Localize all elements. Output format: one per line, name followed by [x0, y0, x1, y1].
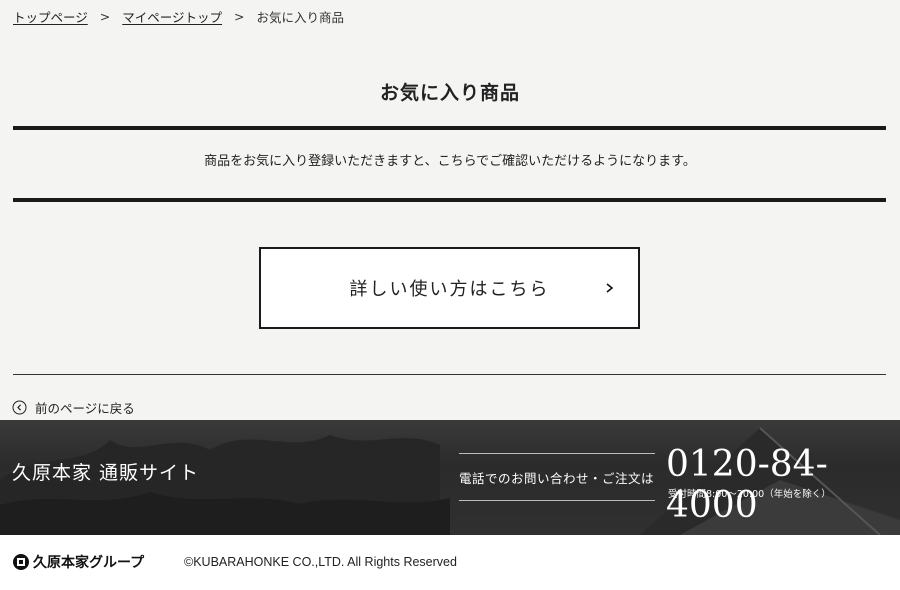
footer-contact-band: 久原本家 通販サイト 電話でのお問い合わせ・ご注文は 0120-84-4000 … [0, 420, 900, 535]
how-to-use-label: 詳しい使い方はこちら [349, 279, 550, 300]
kubara-crest-icon [13, 554, 29, 570]
group-logo[interactable]: 久原本家グループ [12, 552, 144, 572]
tel-label-box: 電話でのお問い合わせ・ご注文は [459, 453, 655, 501]
circle-chevron-left-icon [12, 400, 27, 415]
breadcrumb-separator: > [234, 9, 245, 24]
breadcrumb-mypage-top[interactable]: マイページトップ [122, 7, 222, 26]
breadcrumb-top-page[interactable]: トップページ [13, 7, 88, 26]
group-logo-text: 久原本家グループ [33, 555, 145, 571]
tel-hours: 受付時間8:00〜20:00（年始を除く） [668, 489, 831, 500]
chevron-right-icon [606, 283, 614, 293]
copyright: ©KUBARAHONKE CO.,LTD. All Rights Reserve… [184, 555, 457, 569]
breadcrumb: トップページ > マイページトップ > お気に入り商品 [13, 7, 344, 26]
divider-top [13, 126, 886, 130]
tel-number[interactable]: 0120-84-4000 [666, 444, 900, 526]
page-title: お気に入り商品 [379, 82, 520, 104]
bottom-bar: 久原本家グループ ©KUBARAHONKE CO.,LTD. All Right… [0, 535, 900, 590]
back-to-previous-page-link[interactable]: 前のページに戻る [12, 398, 135, 417]
site-name: 久原本家 通販サイト [12, 462, 200, 484]
breadcrumb-separator: > [99, 9, 111, 24]
empty-favorites-notice: 商品をお気に入り登録いただきますと、こちらでご確認いただけるようになります。 [204, 154, 696, 169]
breadcrumb-current: お気に入り商品 [256, 10, 345, 25]
divider-thin [13, 374, 886, 375]
divider-bottom [13, 198, 886, 202]
tel-label: 電話でのお問い合わせ・ご注文は [459, 470, 655, 486]
how-to-use-button[interactable]: 詳しい使い方はこちら [259, 247, 640, 329]
back-link-label: 前のページに戻る [35, 401, 135, 416]
